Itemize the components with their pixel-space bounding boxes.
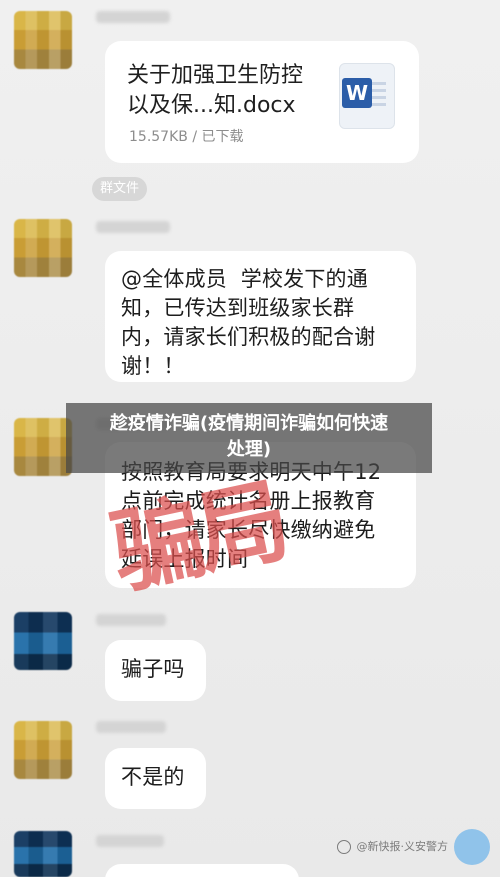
avatar[interactable] (14, 612, 72, 670)
article-title-line-1: 趁疫情诈骗(疫情期间诈骗如何快速 (109, 413, 389, 434)
article-title-overlay: 趁疫情诈骗(疫情期间诈骗如何快速 处理) (66, 403, 432, 473)
watermark: @新快报·义安警方 (336, 829, 490, 865)
sender-name (96, 835, 164, 847)
message-row: 不是的 (14, 717, 490, 820)
police-logo-icon (454, 829, 490, 865)
word-w-badge: W (342, 78, 372, 108)
sender-name (96, 721, 166, 733)
sender-name (96, 221, 170, 233)
file-name: 关于加强卫生防控 以及保...知.docx (127, 63, 304, 118)
message-row: 关于加强卫生防控 以及保...知.docx 15.57KB / 已下载 W (14, 8, 490, 173)
weibo-icon (336, 840, 351, 854)
watermark-text: @新快报·义安警方 (356, 840, 449, 854)
sender-name (96, 11, 170, 23)
file-group-tag: 群文件 (92, 177, 148, 201)
message-row: @全体成员 学校发下的通 知，已传达到班级家长群 内，请家长们积极的配合谢 谢！… (14, 211, 490, 389)
message-bubble[interactable]: 不是的 (105, 748, 206, 809)
message-text: 骗子吗 (121, 657, 185, 681)
chat-screen: 关于加强卫生防控 以及保...知.docx 15.57KB / 已下载 W 群文… (0, 0, 500, 877)
avatar[interactable] (14, 418, 72, 476)
article-title-line-2: 处理) (226, 439, 272, 460)
message-bubble[interactable] (105, 864, 299, 877)
file-meta: 15.57KB / 已下载 (129, 129, 244, 145)
message-bubble[interactable]: @全体成员 学校发下的通 知，已传达到班级家长群 内，请家长们积极的配合谢 谢！… (105, 251, 416, 382)
file-message-bubble[interactable]: 关于加强卫生防控 以及保...知.docx 15.57KB / 已下载 W (105, 41, 419, 163)
message-row: 骗子吗 (14, 607, 490, 710)
message-text: 不是的 (121, 765, 185, 789)
word-lines-icon (372, 82, 386, 106)
word-doc-icon: W (339, 63, 395, 129)
avatar[interactable] (14, 11, 72, 69)
avatar[interactable] (14, 831, 72, 877)
message-bubble[interactable]: 骗子吗 (105, 640, 206, 701)
message-text: @全体成员 学校发下的通 知，已传达到班级家长群 内，请家长们积极的配合谢 谢！… (121, 267, 376, 378)
avatar[interactable] (14, 219, 72, 277)
avatar[interactable] (14, 721, 72, 779)
